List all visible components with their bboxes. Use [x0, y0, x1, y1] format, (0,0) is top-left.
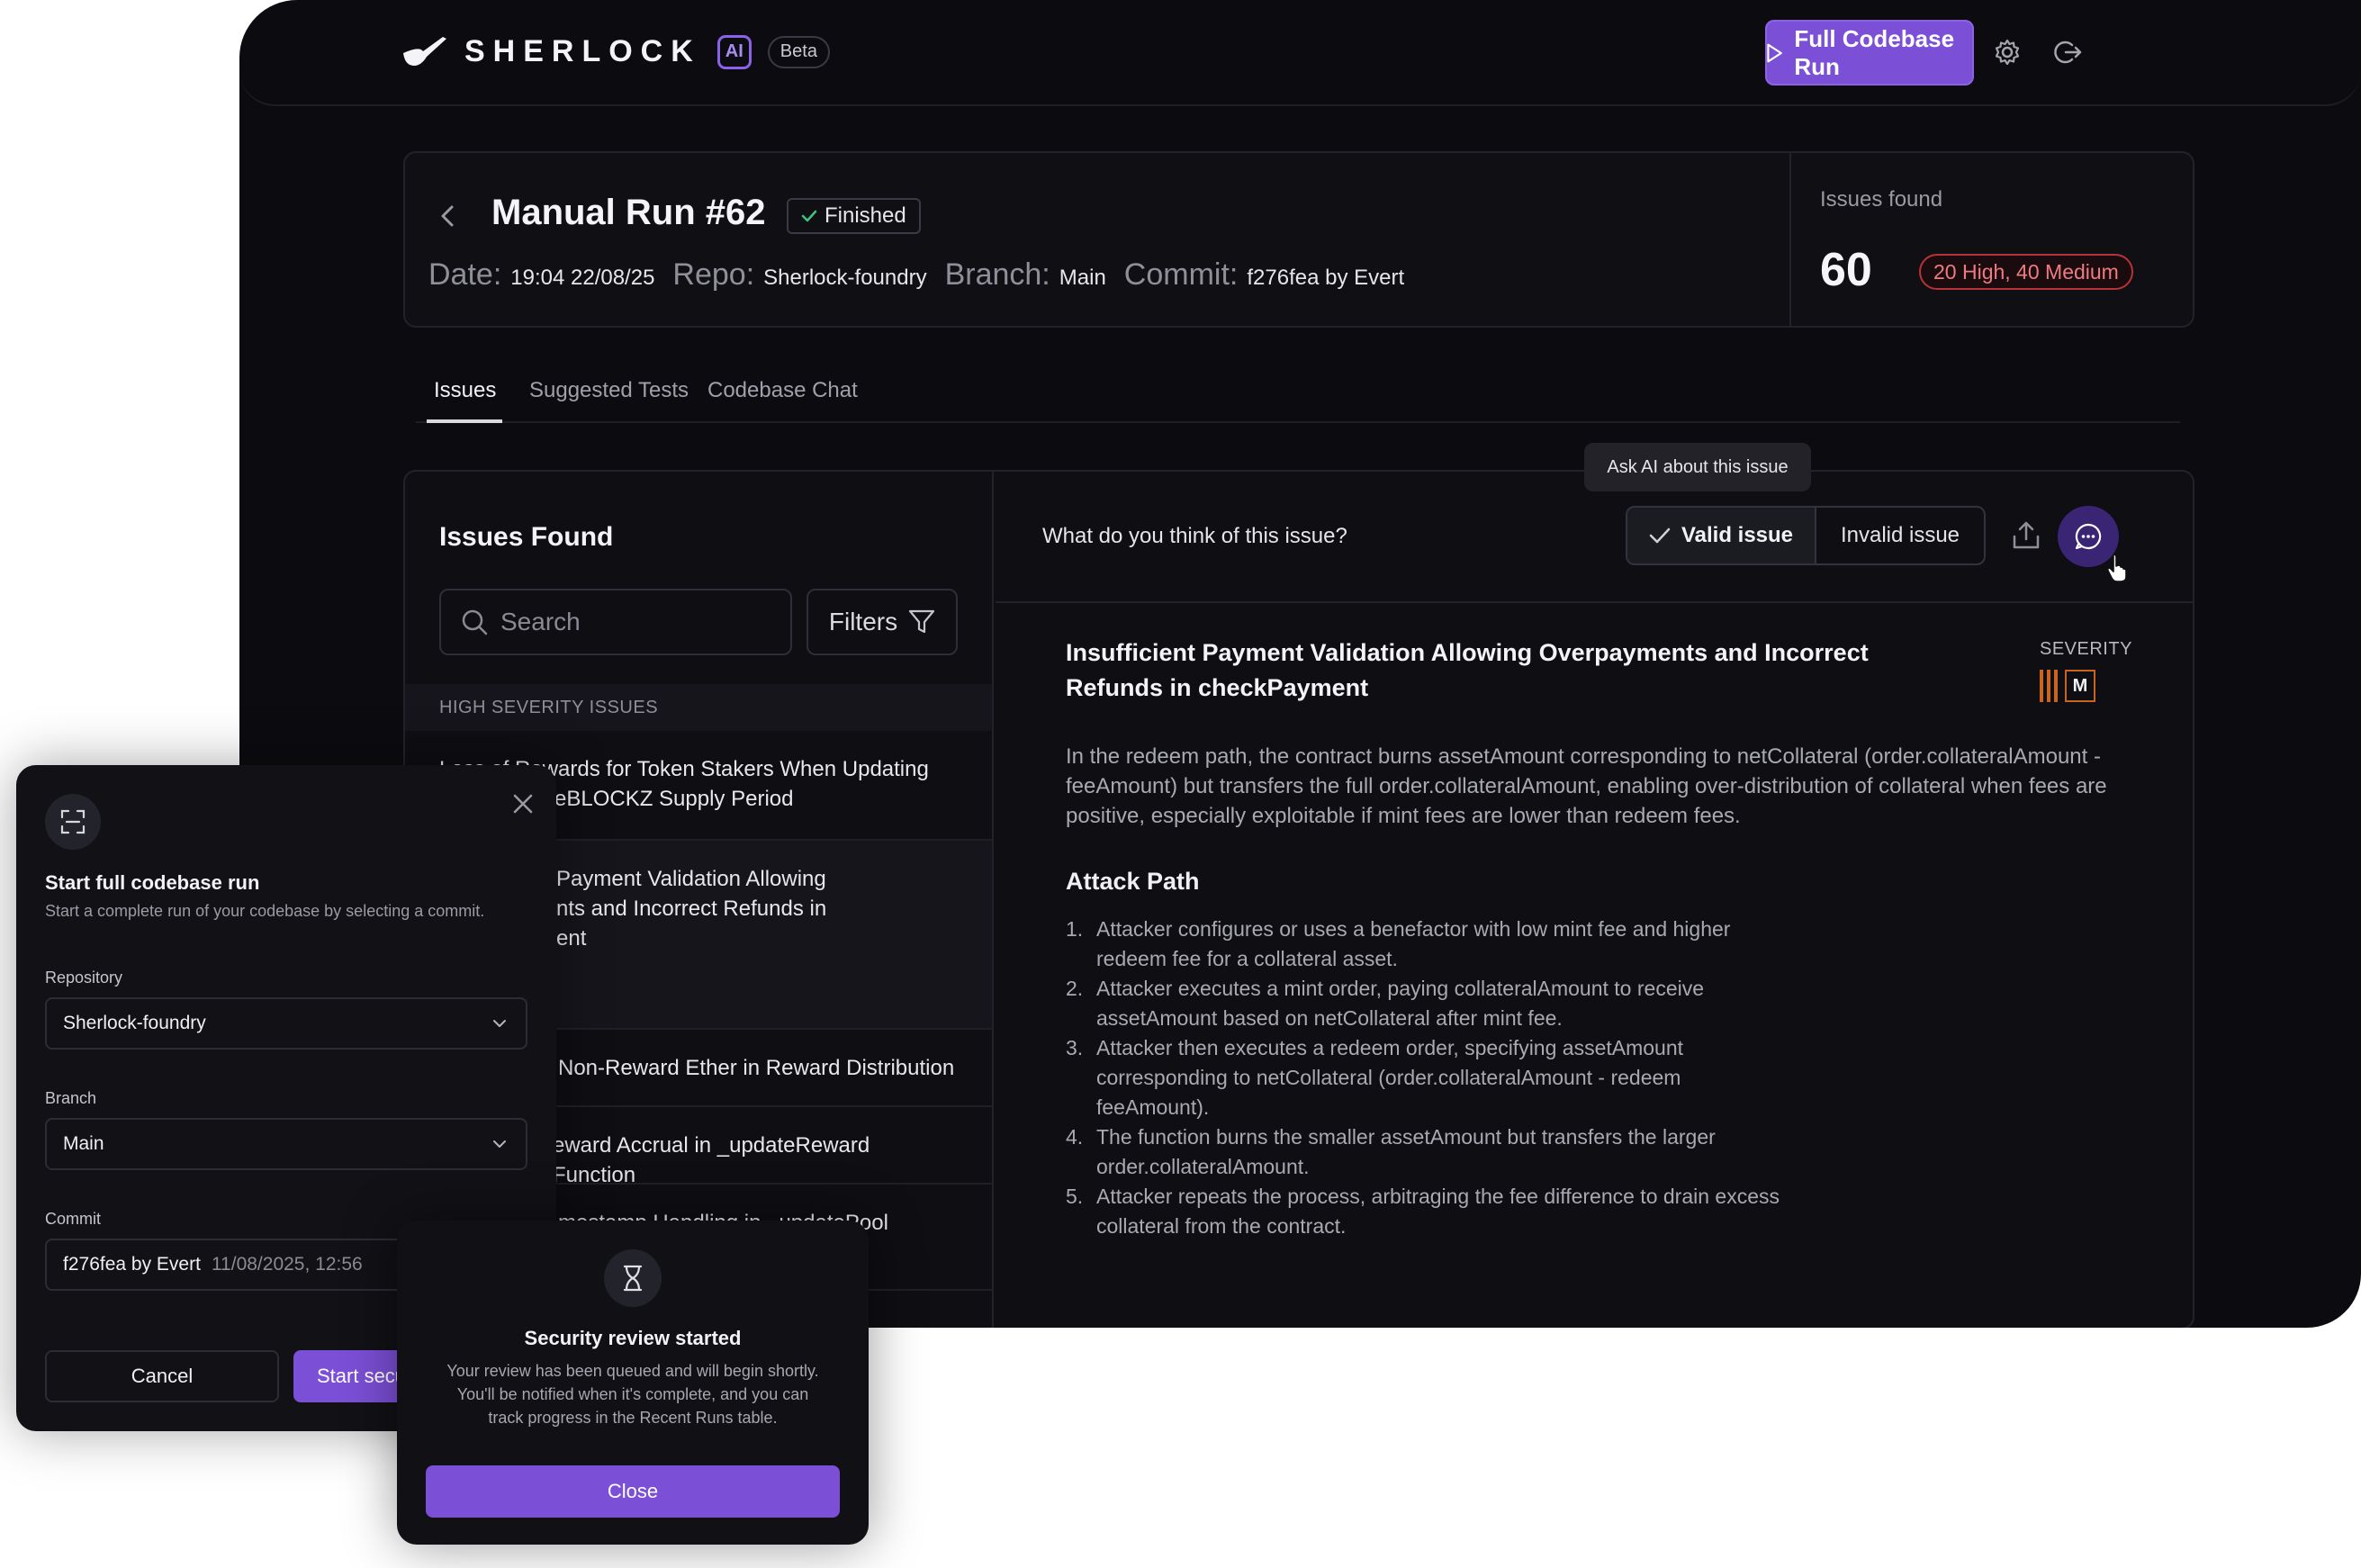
- dialog-title: Start full codebase run: [45, 871, 260, 894]
- attack-path-title: Attack Path: [1066, 868, 1200, 895]
- dialog-subtitle: Start a complete run of your codebase by…: [45, 902, 485, 920]
- repository-select[interactable]: Sherlock-foundry: [45, 997, 527, 1050]
- chevron-down-icon: [493, 1020, 506, 1027]
- card-divider: [1789, 153, 1791, 326]
- ask-ai-tooltip: Ask AI about this issue: [1584, 443, 1811, 491]
- attack-step: 4. The function burns the smaller assetAm…: [1066, 1125, 1716, 1178]
- search-placeholder: Search: [500, 608, 581, 635]
- status-badge: Finished: [787, 198, 921, 234]
- severity-bar: [2054, 670, 2058, 702]
- issue-heading: Insufficient Payment Validation Allowing…: [1066, 639, 1869, 701]
- review-started-dialog: Security review started Your review has …: [397, 1221, 869, 1545]
- severity-summary-badge: 20 High, 40 Medium: [1919, 254, 2133, 290]
- tab-suggested-tests[interactable]: Suggested Tests: [529, 378, 689, 403]
- hand-cursor-icon: [2106, 554, 2127, 582]
- gear-icon: [1995, 39, 2020, 66]
- check-icon: [1649, 527, 1671, 544]
- top-bar: SHERLOCK AI Beta Full Codebase Run: [239, 0, 2361, 106]
- high-severity-section-header: HIGH SEVERITY ISSUES: [405, 684, 992, 731]
- run-title: Manual Run #62: [491, 193, 766, 232]
- issue-description: In the redeem path, the contract burns a…: [1066, 744, 2107, 828]
- attack-step: 5. Attacker repeats the process, arbitrag…: [1066, 1185, 1780, 1238]
- validity-toggle: Valid issue Invalid issue: [1626, 506, 1986, 565]
- commit-label: Commit:: [1123, 257, 1239, 292]
- issues-list-title: Issues Found: [439, 522, 614, 552]
- close-icon[interactable]: [509, 790, 536, 817]
- hourglass-icon: [604, 1249, 662, 1307]
- full-codebase-run-label: Full Codebase Run: [1794, 24, 1955, 80]
- review-dialog-body: Your review has been queued and will beg…: [446, 1362, 819, 1427]
- brand-name: SHERLOCK: [464, 34, 701, 68]
- close-button[interactable]: Close: [426, 1465, 840, 1518]
- feedback-question: What do you think of this issue?: [1042, 524, 1347, 548]
- chat-bubble-icon: [2075, 523, 2102, 550]
- branch-value: Main: [1059, 266, 1106, 290]
- commit-value: f276fea by Evert: [1247, 266, 1405, 290]
- severity-meter: M: [2040, 670, 2095, 702]
- branch-select[interactable]: Main: [45, 1118, 527, 1170]
- settings-button[interactable]: [1991, 36, 2023, 68]
- beta-badge: Beta: [767, 35, 830, 68]
- chevron-down-icon: [493, 1140, 506, 1148]
- commit-label: Commit: [45, 1210, 101, 1228]
- issue-detail-column: What do you think of this issue? Valid i…: [996, 472, 2193, 1328]
- attack-step: 2. Attacker executes a mint order, paying…: [1066, 977, 1705, 1030]
- valid-issue-button[interactable]: Valid issue: [1627, 508, 1816, 563]
- review-dialog-title: Security review started: [524, 1327, 742, 1349]
- repository-label: Repository: [45, 969, 123, 987]
- filter-icon: [909, 609, 935, 634]
- issues-found-label: Issues found: [1820, 187, 1943, 212]
- severity-value: M: [2065, 670, 2095, 702]
- filters-button[interactable]: Filters: [807, 589, 958, 655]
- run-summary-card: Manual Run #62 Finished Date: 19:04 22/08…: [403, 151, 2194, 328]
- repo-value: Sherlock-foundry: [763, 266, 927, 290]
- severity-bar: [2040, 670, 2043, 702]
- issues-panel: Issues Found Search Filters HIGH SEVERIT…: [403, 470, 2194, 1328]
- tab-codebase-chat[interactable]: Codebase Chat: [707, 378, 858, 403]
- severity-label: SEVERITY: [2040, 639, 2132, 659]
- scan-icon: [45, 794, 101, 850]
- cancel-button[interactable]: Cancel: [45, 1350, 279, 1402]
- app-window: SHERLOCK AI Beta Full Codebase Run Manua…: [239, 0, 2361, 1328]
- issues-count: 60: [1820, 244, 1872, 296]
- severity-bar: [2047, 670, 2050, 702]
- status-text: Finished: [825, 203, 906, 228]
- back-chevron-icon[interactable]: [437, 203, 457, 229]
- date-value: 19:04 22/08/25: [510, 266, 655, 290]
- play-icon: [1767, 43, 1782, 62]
- branch-label: Branch: [45, 1089, 97, 1107]
- share-icon[interactable]: [2011, 520, 2041, 551]
- attack-step: 3. Attacker then executes a redeem order,…: [1066, 1036, 1684, 1119]
- run-metadata: Date: 19:04 22/08/25 Repo: Sherlock-foundr…: [428, 257, 1422, 293]
- attack-path-list: 1. Attacker configures or uses a benefact…: [1066, 915, 1786, 1241]
- logout-icon: [2054, 41, 2082, 64]
- search-icon: [462, 609, 488, 635]
- invalid-issue-button[interactable]: Invalid issue: [1816, 508, 1984, 563]
- full-codebase-run-button[interactable]: Full Codebase Run: [1765, 20, 1974, 86]
- repo-label: Repo:: [672, 257, 755, 292]
- valid-issue-label: Valid issue: [1681, 523, 1794, 547]
- logout-button[interactable]: [2052, 36, 2085, 68]
- tab-bar: Issues Suggested Tests Codebase Chat: [416, 351, 2180, 423]
- tab-issues[interactable]: Issues: [434, 378, 496, 403]
- active-tab-indicator: [427, 419, 502, 423]
- filters-label: Filters: [828, 608, 898, 635]
- check-icon: [801, 210, 817, 222]
- ai-badge: AI: [716, 34, 752, 69]
- pipe-logo-icon: [403, 36, 446, 66]
- attack-step: 1. Attacker configures or uses a benefact…: [1066, 917, 1731, 970]
- branch-label: Branch:: [944, 257, 1050, 292]
- logo: SHERLOCK AI Beta: [401, 34, 830, 69]
- date-label: Date:: [428, 257, 502, 292]
- search-input[interactable]: Search: [439, 589, 792, 655]
